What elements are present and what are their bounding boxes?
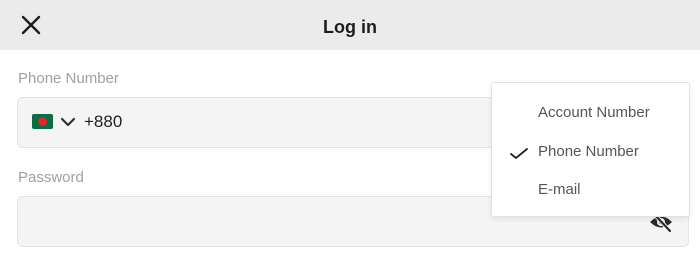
checkmark-icon — [510, 148, 528, 159]
menu-item-account-number[interactable]: Account Number — [492, 95, 689, 131]
menu-item-phone-number[interactable]: Phone Number — [492, 134, 689, 170]
header-bar: Log in — [0, 0, 700, 50]
menu-item-label: Account Number — [538, 104, 650, 121]
flag-circle — [38, 117, 47, 126]
close-icon — [21, 15, 41, 35]
dial-code: +880 — [84, 112, 123, 131]
phone-number-input[interactable] — [133, 106, 493, 140]
chevron-down-icon[interactable] — [60, 116, 76, 128]
phone-number-label: Phone Number — [18, 70, 119, 87]
login-type-menu: Account Number Phone Number E-mail — [491, 82, 690, 217]
page-title: Log in — [323, 17, 377, 37]
menu-item-email[interactable]: E-mail — [492, 172, 689, 208]
menu-item-label: Phone Number — [538, 143, 639, 160]
menu-item-label: E-mail — [538, 181, 581, 198]
close-button[interactable] — [20, 14, 42, 36]
password-label: Password — [18, 169, 84, 186]
bangladesh-flag-icon[interactable] — [32, 114, 53, 129]
